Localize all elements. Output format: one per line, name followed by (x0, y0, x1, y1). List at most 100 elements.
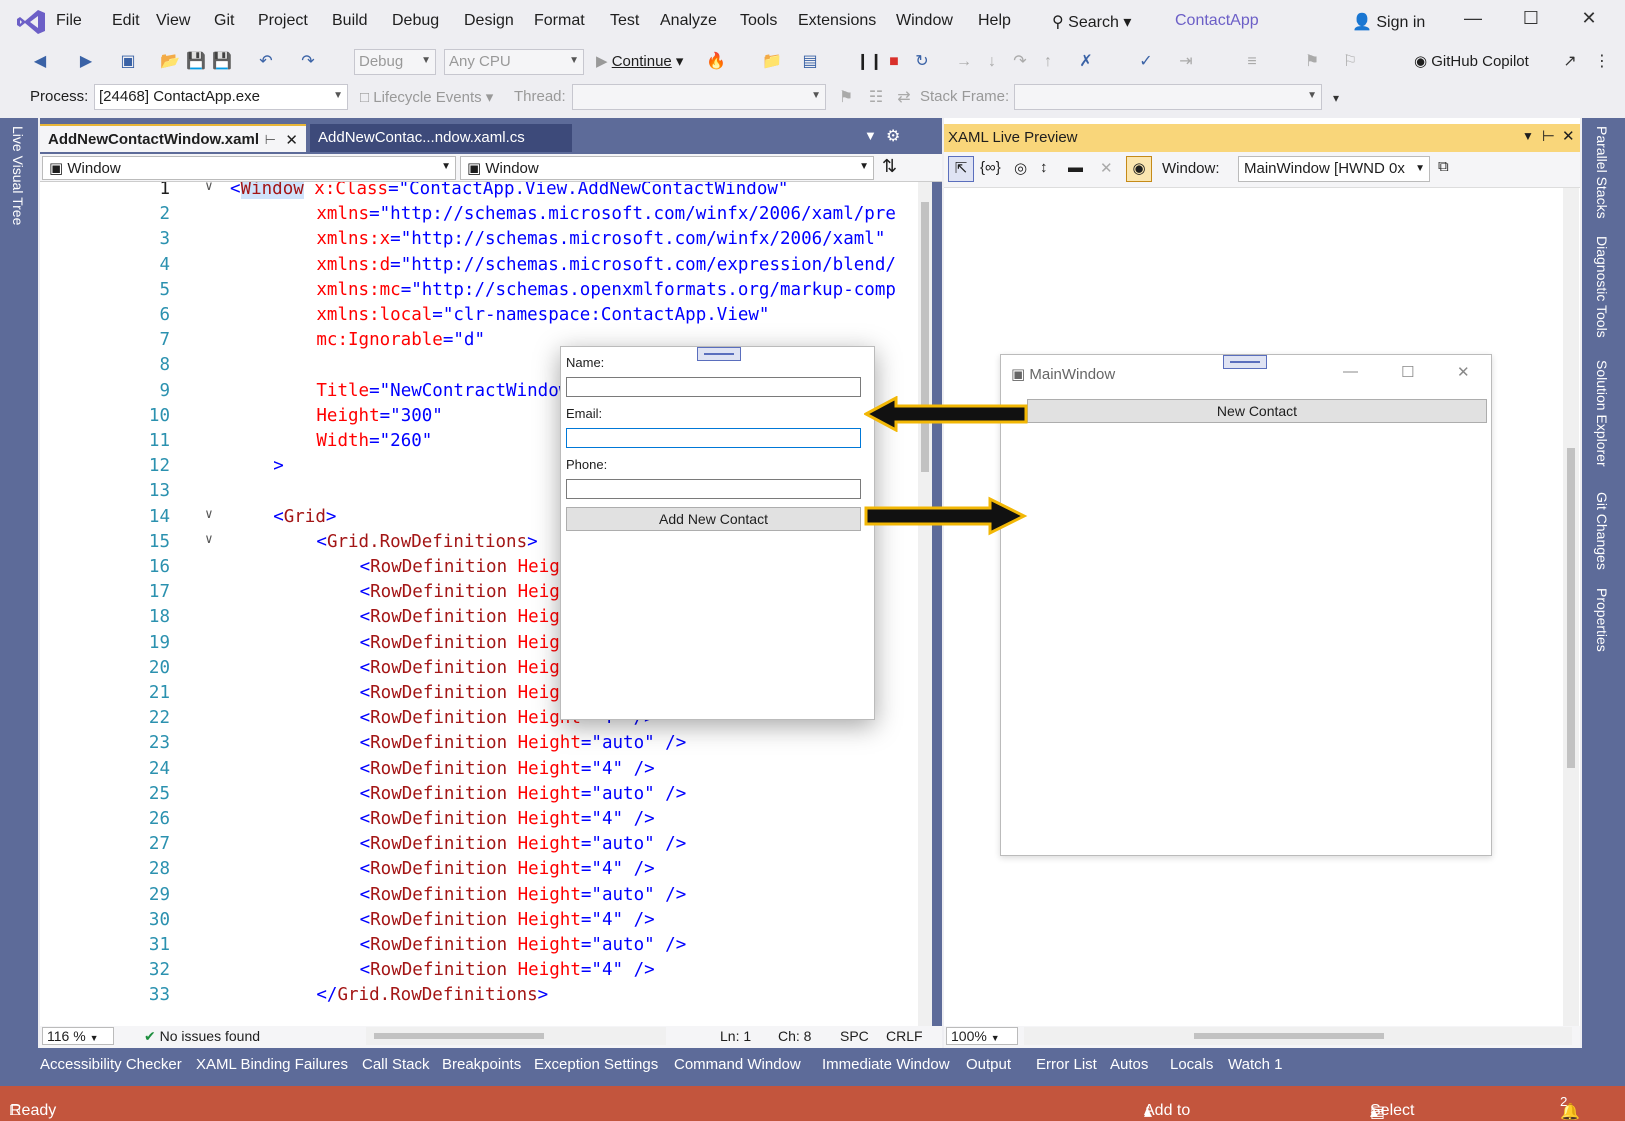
diagnostic-tools-tab[interactable]: Diagnostic Tools (1594, 236, 1610, 338)
preview-zoom-dropdown[interactable]: 100% ▼ (946, 1027, 1018, 1045)
code-line[interactable]: 31 <RowDefinition Height="auto" /> (40, 935, 920, 960)
tool-tab-call-stack[interactable]: Call Stack (362, 1056, 430, 1073)
step-over-icon[interactable]: → (954, 52, 974, 72)
save-icon[interactable]: 💾 (186, 52, 206, 72)
track-focus-icon[interactable]: ◎ (1014, 159, 1027, 177)
menu-item-window[interactable]: Window (896, 12, 953, 30)
code-line[interactable]: 28 <RowDefinition Height="4" /> (40, 859, 920, 884)
tool-tab-accessibility-checker[interactable]: Accessibility Checker (40, 1056, 182, 1073)
platform-dropdown[interactable]: Any CPU ▼ (444, 49, 584, 75)
solution-folder-icon[interactable]: 📁 (762, 52, 782, 72)
configuration-dropdown[interactable]: Debug ▼ (354, 49, 436, 75)
restart-icon[interactable]: ↻ (912, 52, 932, 72)
tool-tab-error-list[interactable]: Error List (1036, 1056, 1097, 1073)
adorner-icon[interactable]: ↕ (1040, 159, 1048, 176)
close-icon[interactable]: ✕ (1562, 127, 1575, 145)
ruler-icon[interactable]: ▬ (1068, 159, 1083, 176)
live-visual-tree-tab[interactable]: Live Visual Tree (10, 126, 26, 225)
split-icon[interactable]: ⇅ (882, 156, 897, 177)
menu-item-tools[interactable]: Tools (740, 12, 777, 30)
fold-chevron-icon[interactable]: ∨ (205, 532, 213, 547)
window-grip[interactable] (1223, 355, 1267, 369)
menu-item-project[interactable]: Project (258, 12, 308, 30)
github-copilot-button[interactable]: ◉ GitHub Copilot (1414, 52, 1529, 70)
menu-item-file[interactable]: File (56, 12, 82, 30)
code-line[interactable]: 24 <RowDefinition Height="4" /> (40, 759, 920, 784)
whitespace-mode[interactable]: SPC (840, 1028, 869, 1044)
menu-item-format[interactable]: Format (534, 12, 585, 30)
exception-icon[interactable]: ✗ (1076, 52, 1096, 72)
notifications-button[interactable]: 🔔 2 (1560, 1094, 1580, 1121)
new-item-icon[interactable]: ▣ (118, 52, 138, 72)
email-input[interactable] (566, 428, 861, 448)
solution-explorer-tab[interactable]: Solution Explorer (1594, 360, 1610, 467)
menu-item-view[interactable]: View (156, 12, 190, 30)
code-line[interactable]: 1 ∨ <Window x:Class="ContactApp.View.AddNe… (40, 182, 920, 204)
line-ending[interactable]: CRLF (886, 1028, 923, 1044)
hot-reload-icon[interactable]: 🔥 (706, 52, 726, 72)
comment-icon[interactable]: ≡ (1242, 52, 1262, 72)
bookmark-prev-icon[interactable]: ⚐ (1340, 52, 1360, 72)
new-contact-button[interactable]: New Contact (1027, 399, 1487, 423)
step-out-icon[interactable]: ↑ (1038, 52, 1058, 72)
binding-icon[interactable]: {∞} (980, 159, 1001, 176)
tab-addnewcontactwindow-xaml-cs[interactable]: AddNewContac...ndow.xaml.cs (310, 124, 572, 152)
tool-tab-autos[interactable]: Autos (1110, 1056, 1148, 1073)
code-line[interactable]: 5 xmlns:mc="http://schemas.openxmlformats… (40, 280, 920, 305)
editor-hscrollbar[interactable] (366, 1027, 666, 1045)
fold-chevron-icon[interactable]: ∨ (205, 182, 213, 194)
menu-item-edit[interactable]: Edit (112, 12, 140, 30)
pause-icon[interactable]: ❙❙ (856, 52, 883, 72)
scroll-thumb[interactable] (1567, 448, 1575, 768)
tab-list-icon[interactable]: ▼ (864, 128, 877, 143)
phone-input[interactable] (566, 479, 861, 499)
stop-icon[interactable]: ■ (884, 52, 904, 72)
tab-addnewcontactwindow-xaml[interactable]: AddNewContactWindow.xaml ⊢ ✕ (40, 124, 306, 152)
spellcheck-icon[interactable]: ✓ (1136, 52, 1156, 72)
hscroll-thumb[interactable] (374, 1033, 544, 1039)
code-line[interactable]: 6 xmlns:local="clr-namespace:ContactApp.V… (40, 305, 920, 330)
name-input[interactable] (566, 377, 861, 397)
pin-icon[interactable]: ⊢ (265, 132, 276, 148)
close-icon[interactable]: ✕ (1457, 363, 1470, 381)
layout-icon[interactable]: ▤ (800, 52, 820, 72)
detach-icon[interactable]: ⧉ (1438, 158, 1449, 175)
menu-item-extensions[interactable]: Extensions (798, 12, 876, 30)
redo-icon[interactable]: ↷ (298, 52, 318, 72)
chevron-down-icon[interactable]: ▼ (1522, 129, 1534, 143)
thread-dropdown[interactable]: ▼ (572, 84, 826, 110)
nav-left-dropdown[interactable]: ▣ Window ▼ (42, 156, 456, 180)
hscroll-thumb[interactable] (1194, 1033, 1384, 1039)
step-into-icon[interactable]: ↓ (982, 52, 1002, 72)
menu-item-help[interactable]: Help (978, 12, 1011, 30)
window-dropdown[interactable]: MainWindow [HWND 0x ▼ (1238, 156, 1430, 182)
code-line[interactable]: 4 xmlns:d="http://schemas.microsoft.com/e… (40, 255, 920, 280)
code-line[interactable]: 30 <RowDefinition Height="4" /> (40, 910, 920, 935)
tool-tab-xaml-binding-failures[interactable]: XAML Binding Failures (196, 1056, 348, 1073)
close-icon[interactable]: ✕ (1576, 8, 1602, 34)
bookmark-icon[interactable]: ⚑ (1302, 52, 1322, 72)
maximize-icon[interactable]: ☐ (1401, 363, 1414, 381)
forward-icon[interactable]: ▶ (76, 52, 96, 72)
code-line[interactable]: 29 <RowDefinition Height="auto" /> (40, 885, 920, 910)
continue-button[interactable]: ▶ Continue ▾ (596, 52, 683, 70)
code-line[interactable]: 32 <RowDefinition Height="4" /> (40, 960, 920, 985)
fold-chevron-icon[interactable]: ∨ (205, 507, 213, 522)
tool-tab-locals[interactable]: Locals (1170, 1056, 1213, 1073)
toolbar-options-icon[interactable]: ▾ (1326, 88, 1346, 108)
menu-item-git[interactable]: Git (214, 12, 234, 30)
menu-item-design[interactable]: Design (464, 12, 514, 30)
indent-icon[interactable]: ⇥ (1176, 52, 1196, 72)
maximize-icon[interactable]: ☐ (1518, 8, 1544, 34)
overflow-icon[interactable]: ⋮ (1592, 52, 1612, 72)
editor-scrollbar[interactable] (918, 182, 932, 1026)
parallel-stacks-tab[interactable]: Parallel Stacks (1594, 126, 1610, 219)
show-preview-icon[interactable]: ◉ (1126, 156, 1152, 182)
gear-icon[interactable]: ⚙ (886, 126, 900, 146)
minimize-icon[interactable]: — (1343, 363, 1358, 380)
clear-icon[interactable]: ✕ (1100, 159, 1113, 177)
pin-icon[interactable]: ⊢ (1542, 127, 1555, 145)
properties-tab[interactable]: Properties (1594, 588, 1610, 652)
lifecycle-events-button[interactable]: □ Lifecycle Events ▾ (360, 88, 493, 106)
code-line[interactable]: 2 xmlns="http://schemas.microsoft.com/win… (40, 204, 920, 229)
